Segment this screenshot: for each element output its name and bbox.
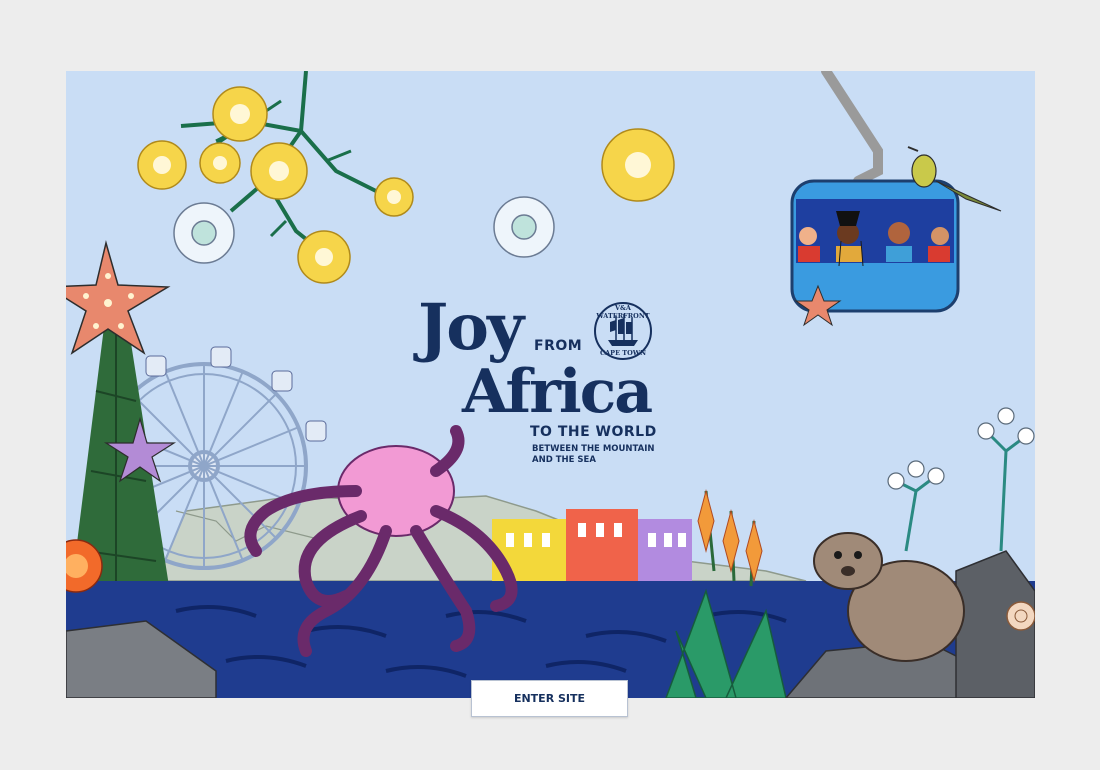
white-flower-clusters (173, 196, 555, 264)
white-blossom-branches (887, 407, 1035, 552)
cable-car-cable (821, 71, 883, 186)
title-africa: Africa (462, 357, 653, 427)
seashell (1006, 601, 1035, 631)
badge-top-text: V&A WATERFRONT (596, 304, 650, 320)
title-joy: Joy (418, 290, 524, 365)
hero-title-block: Joy FROM Africa TO THE WORLD BETWEEN THE… (418, 296, 678, 476)
cable-car-with-passengers (790, 179, 960, 327)
colorful-houses (492, 509, 692, 581)
hero-illustration-panel: Joy FROM Africa TO THE WORLD BETWEEN THE… (66, 71, 1035, 698)
subtagline: BETWEEN THE MOUNTAIN AND THE SEA (532, 444, 655, 465)
va-waterfront-badge: V&A WATERFRONT CAPE TOWN (590, 300, 656, 362)
enter-site-button[interactable]: ENTER SITE (471, 680, 628, 717)
badge-bottom-text: CAPE TOWN (599, 349, 647, 357)
tagline: TO THE WORLD (530, 424, 657, 440)
title-from: FROM (534, 338, 583, 354)
